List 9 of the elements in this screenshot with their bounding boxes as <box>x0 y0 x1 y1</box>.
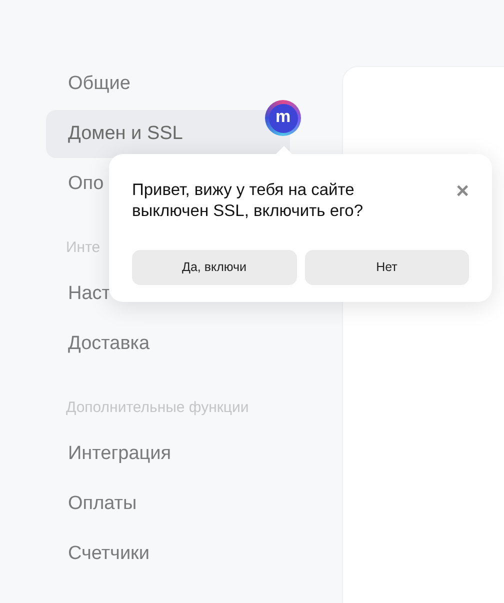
close-button[interactable]: × <box>456 180 469 202</box>
sidebar-item[interactable]: Оплаты <box>46 480 290 528</box>
decline-button[interactable]: Нет <box>304 250 469 285</box>
sidebar-item[interactable]: Интеграция <box>46 430 290 478</box>
sidebar-item[interactable]: Доставка <box>46 320 290 368</box>
confirm-button[interactable]: Да, включи <box>132 250 296 285</box>
assistant-avatar: m <box>265 100 301 136</box>
sidebar-item[interactable]: Счетчики <box>46 530 290 578</box>
popup-message: Привет, вижу у тебя на сайте выключен SSL, включить его? <box>132 180 364 222</box>
